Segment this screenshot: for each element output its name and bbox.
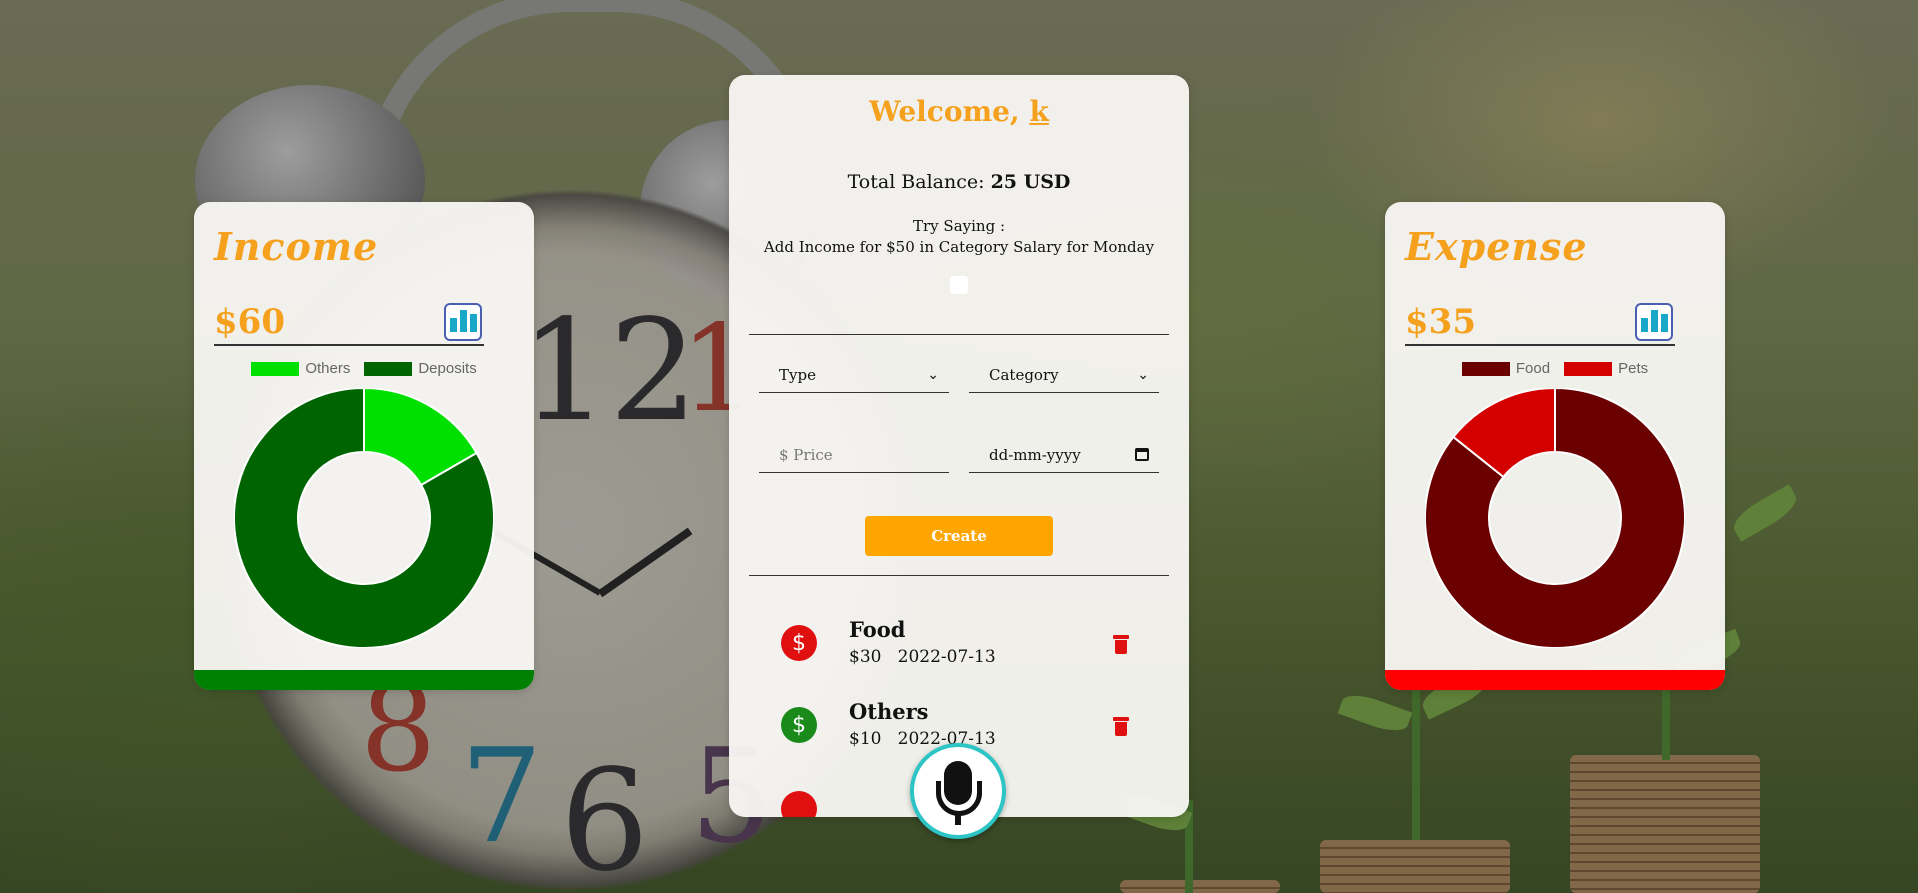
delete-icon[interactable] [1113, 635, 1129, 655]
legend-swatch [364, 361, 413, 376]
total-balance: Total Balance: 25 USD [729, 171, 1189, 193]
expense-legend: Food Pets [1385, 360, 1725, 377]
income-chart-button[interactable] [444, 303, 482, 341]
delete-icon[interactable] [1113, 717, 1129, 737]
legend-swatch [1564, 361, 1613, 376]
main-card: Welcome, k Total Balance: 25 USD Try Say… [729, 75, 1189, 817]
income-donut-chart [233, 386, 495, 649]
expense-card: Expense $35 Food Pets [1385, 202, 1725, 690]
legend-item[interactable]: Deposits [364, 360, 477, 377]
create-button[interactable]: Create [865, 516, 1053, 556]
income-legend: Others Deposits [194, 360, 534, 377]
expense-donut-chart [1424, 386, 1686, 649]
balance-label: Total Balance: [847, 171, 991, 193]
legend-label: Deposits [418, 360, 477, 377]
bar-chart-icon [1660, 314, 1668, 332]
welcome-heading: Welcome, k [729, 95, 1189, 128]
chevron-down-icon: ⌄ [927, 366, 939, 383]
income-title: Income [214, 224, 379, 269]
transaction-details: $30 2022-07-13 [849, 647, 996, 667]
list-item: $ Food $30 2022-07-13 [749, 615, 1149, 675]
divider [749, 575, 1169, 576]
legend-item[interactable]: Pets [1564, 360, 1648, 377]
bar-chart-icon [459, 310, 467, 332]
legend-label: Others [305, 360, 351, 377]
voice-hint-example: Add Income for $50 in Category Salary fo… [763, 238, 1155, 256]
balance-value: 25 USD [990, 171, 1071, 193]
category-select-value: Category [989, 365, 1059, 384]
date-placeholder: dd-mm-yyyy [989, 445, 1081, 464]
price-placeholder: $ Price [779, 445, 833, 464]
microphone-button[interactable] [910, 743, 1006, 839]
type-select[interactable]: Type ⌄ [759, 357, 949, 393]
legend-label: Food [1515, 360, 1551, 377]
legend-item[interactable]: Others [251, 360, 350, 377]
legend-item[interactable]: Food [1461, 360, 1551, 377]
bar-chart-icon [1640, 318, 1648, 332]
divider [749, 334, 1169, 335]
dollar-icon: $ [781, 625, 817, 661]
voice-hint-title: Try Saying : [913, 217, 1005, 235]
bar-chart-icon [469, 314, 477, 332]
dollar-icon [781, 791, 817, 817]
expense-title: Expense [1405, 224, 1588, 269]
speech-status-indicator [950, 276, 968, 294]
username: k [1029, 95, 1049, 128]
income-bottom-bar [194, 670, 534, 690]
voice-hint: Try Saying : Add Income for $50 in Categ… [729, 216, 1189, 258]
transaction-category: Food [849, 617, 906, 642]
bar-chart-icon [449, 318, 457, 332]
transaction-amount: $10 [849, 729, 882, 749]
expense-chart-button[interactable] [1635, 303, 1673, 341]
date-input[interactable]: dd-mm-yyyy [969, 437, 1159, 473]
calendar-icon[interactable] [1135, 448, 1149, 461]
legend-swatch [1461, 361, 1510, 376]
income-card: Income $60 Others Deposits [194, 202, 534, 690]
type-select-value: Type [779, 365, 816, 384]
transaction-category: Others [849, 699, 929, 724]
legend-swatch [251, 361, 300, 376]
transaction-date: 2022-07-13 [897, 647, 996, 667]
chevron-down-icon: ⌄ [1137, 366, 1149, 383]
dollar-icon: $ [781, 707, 817, 743]
transaction-amount: $30 [849, 647, 882, 667]
category-select[interactable]: Category ⌄ [969, 357, 1159, 393]
welcome-prefix: Welcome, [869, 95, 1030, 128]
bar-chart-icon [1650, 310, 1658, 332]
legend-label: Pets [1618, 360, 1649, 377]
price-input[interactable]: $ Price [759, 437, 949, 473]
expense-bottom-bar [1385, 670, 1725, 690]
